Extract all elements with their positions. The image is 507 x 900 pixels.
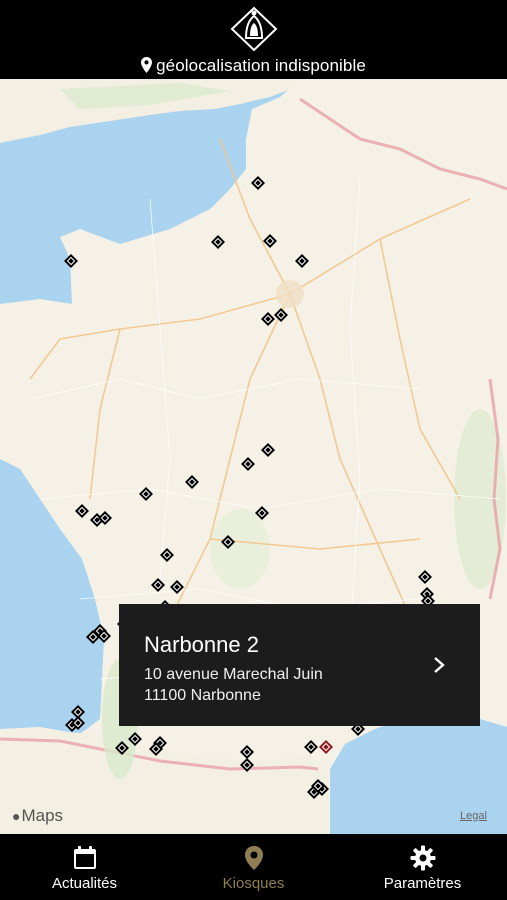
kiosk-marker[interactable] (151, 578, 165, 592)
kiosk-marker[interactable] (418, 570, 432, 584)
kiosk-marker[interactable] (261, 312, 275, 326)
chevron-right-icon[interactable] (432, 656, 446, 674)
gear-icon (410, 845, 436, 871)
legal-link[interactable]: Legal (460, 810, 487, 822)
kiosk-marker[interactable] (128, 732, 142, 746)
selected-kiosk-marker[interactable] (319, 740, 333, 754)
apple-logo-icon: ● (12, 808, 21, 824)
kiosk-marker[interactable] (75, 504, 89, 518)
tab-label-actualites: Actualités (51, 875, 118, 892)
kiosk-marker[interactable] (311, 779, 325, 793)
kiosk-marker[interactable] (139, 487, 153, 501)
kiosk-marker[interactable] (241, 457, 255, 471)
kiosk-marker[interactable] (71, 716, 85, 730)
kiosk-callout[interactable]: Narbonne 2 10 avenue Marechal Juin 11100… (119, 604, 480, 726)
kiosk-marker[interactable] (115, 741, 129, 755)
apple-maps-attribution: ●Maps (12, 806, 63, 826)
tab-actualites[interactable]: Actualités (0, 834, 169, 900)
app-header: géolocalisation indisponible (0, 0, 507, 79)
kiosk-marker[interactable] (274, 308, 288, 322)
kiosk-address-line1: 10 avenue Marechal Juin (144, 666, 323, 683)
tab-bar: Actualités Kiosques Paramètres (0, 834, 507, 900)
geolocation-status: géolocalisation indisponible (0, 56, 507, 76)
location-pin-icon (141, 57, 153, 73)
kiosk-marker[interactable] (221, 535, 235, 549)
kiosk-marker[interactable] (98, 511, 112, 525)
calendar-icon (74, 846, 96, 869)
geolocation-text: géolocalisation indisponible (156, 56, 366, 75)
hooded-figure-logo (230, 6, 278, 52)
kiosk-marker[interactable] (261, 443, 275, 457)
maps-label: Maps (21, 806, 64, 825)
kiosk-marker[interactable] (263, 234, 277, 248)
kiosk-marker[interactable] (170, 580, 184, 594)
kiosk-marker[interactable] (240, 745, 254, 759)
kiosk-marker[interactable] (64, 254, 78, 268)
kiosk-marker[interactable] (160, 548, 174, 562)
kiosk-marker[interactable] (185, 475, 199, 489)
kiosk-marker[interactable] (240, 758, 254, 772)
kiosk-marker[interactable] (211, 235, 225, 249)
kiosk-marker[interactable] (304, 740, 318, 754)
kiosk-title: Narbonne 2 (144, 632, 259, 657)
tab-kiosques[interactable]: Kiosques (169, 834, 338, 900)
map-pin-icon (245, 846, 263, 870)
tab-label-kiosques: Kiosques (222, 875, 285, 892)
tab-parametres[interactable]: Paramètres (338, 834, 507, 900)
kiosk-marker[interactable] (255, 506, 269, 520)
kiosk-marker[interactable] (149, 742, 163, 756)
kiosk-marker[interactable] (97, 629, 111, 643)
kiosk-address-line2: 11100 Narbonne (144, 687, 261, 704)
tab-label-parametres: Paramètres (383, 875, 462, 892)
kiosk-marker[interactable] (295, 254, 309, 268)
kiosk-marker[interactable] (251, 176, 265, 190)
